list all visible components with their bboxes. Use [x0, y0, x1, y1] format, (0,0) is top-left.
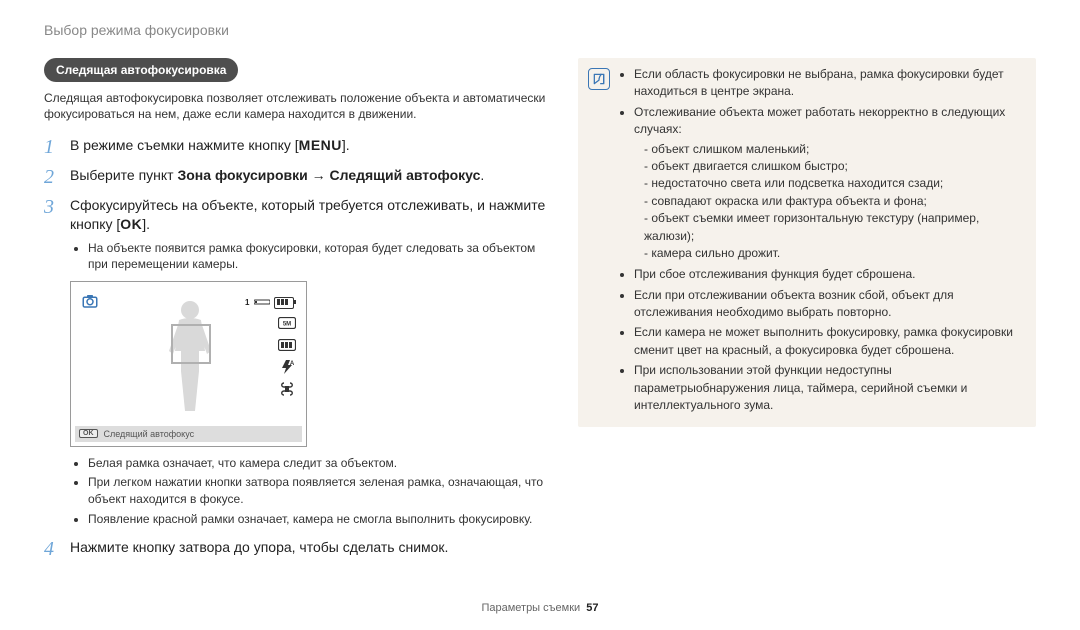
bold-zone: Зона фокусировки	[177, 167, 307, 183]
note-item: При сбое отслеживания функция будет сбро…	[634, 266, 1022, 283]
zoom-scale-icon	[254, 294, 270, 312]
steps-list-cont: 4 Нажмите кнопку затвора до упора, чтобы…	[44, 538, 554, 560]
page-footer: Параметры съемки 57	[0, 602, 1080, 614]
frame-note-white: Белая рамка означает, что камера следит …	[88, 455, 554, 472]
stabilizer-icon	[278, 382, 296, 396]
section-pill: Следящая автофокусировка	[44, 58, 238, 82]
step-2: 2 Выберите пункт Зона фокусировки → След…	[44, 166, 554, 188]
note-box: Если область фокусировки не выбрана, рам…	[578, 58, 1036, 427]
intro-paragraph: Следящая автофокусировка позволяет отсле…	[44, 90, 554, 122]
frame-notes: Белая рамка означает, что камера следит …	[70, 455, 554, 528]
note-subitem: объект съемки имеет горизонтальную текст…	[644, 210, 1022, 245]
note-item-text: Отслеживание объекта может работать неко…	[634, 105, 1005, 136]
svg-text:5M: 5M	[283, 321, 291, 327]
ok-key: OK	[120, 215, 142, 234]
note-sublist: объект слишком маленький; объект двигает…	[634, 141, 1022, 263]
step-text: Нажмите кнопку затвора до упора, чтобы с…	[70, 538, 448, 557]
footer-label: Параметры съемки	[481, 602, 580, 614]
note-item: Если камера не может выполнить фокусиров…	[634, 324, 1022, 359]
note-subitem: объект двигается слишком быстро;	[644, 158, 1022, 175]
ok-button-label: OK	[79, 429, 98, 438]
battery-icon	[274, 297, 294, 309]
note-subitem: совпадают окраска или фактура объекта и …	[644, 193, 1022, 210]
preview-bottom-bar: OK Следящий автофокус	[75, 426, 302, 442]
page-number: 57	[586, 602, 598, 614]
page: Выбор режима фокусировки Следящая автофо…	[0, 0, 1080, 630]
camera-mode-icon	[81, 292, 99, 310]
step3-line: Сфокусируйтесь на объекте, который требу…	[70, 197, 545, 232]
step-text-pre: В режиме съемки нажмите кнопку [	[70, 137, 299, 153]
camera-preview: 1 5M A	[70, 281, 307, 447]
menu-key: MENU	[299, 136, 342, 155]
step-1: 1 В режиме съемки нажмите кнопку [MENU].	[44, 136, 554, 158]
step3-sub: На объекте появится рамка фокусировки, к…	[70, 240, 554, 272]
frame-note-green: При легком нажатии кнопки затвора появля…	[88, 474, 554, 508]
step-number: 3	[44, 196, 60, 218]
step-text-post: ].	[342, 137, 350, 153]
step-text-post: .	[480, 167, 484, 183]
note-item: При использовании этой функции недоступн…	[634, 362, 1022, 414]
left-column: Следящая автофокусировка Следящая автофо…	[44, 58, 554, 568]
focus-frame	[171, 324, 211, 364]
preview-top-right: 1	[245, 294, 294, 312]
two-columns: Следящая автофокусировка Следящая автофо…	[44, 58, 1036, 568]
step-number: 1	[44, 136, 60, 158]
note-subitem: камера сильно дрожит.	[644, 245, 1022, 262]
info-icon	[588, 68, 610, 90]
preview-mode-label: Следящий автофокус	[104, 429, 195, 439]
bold-tracking: Следящий автофокус	[330, 167, 481, 183]
resolution-icon: 5M	[278, 316, 296, 330]
step-number: 4	[44, 538, 60, 560]
preview-inner: 1 5M A	[75, 286, 302, 422]
note-item: Отслеживание объекта может работать неко…	[634, 104, 1022, 263]
step-text-pre: Выберите пункт	[70, 167, 177, 183]
arrow-sep: →	[308, 167, 330, 183]
note-item: Если при отслеживании объекта возник сбо…	[634, 287, 1022, 322]
step-text-post: ].	[142, 216, 150, 232]
step-text: Сфокусируйтесь на объекте, который требу…	[70, 196, 554, 272]
page-title: Выбор режима фокусировки	[44, 22, 1036, 38]
zoom-ratio: 1	[245, 298, 250, 307]
note-subitem: объект слишком маленький;	[644, 141, 1022, 158]
svg-text:A: A	[290, 361, 294, 367]
preview-side-icons: 5M A	[278, 316, 296, 396]
steps-list: 1 В режиме съемки нажмите кнопку [MENU].…	[44, 136, 554, 272]
right-column: Если область фокусировки не выбрана, рам…	[578, 58, 1036, 568]
note-subitem: недостаточно света или подсветка находит…	[644, 175, 1022, 192]
flash-auto-icon: A	[278, 360, 296, 374]
step3-sub1: На объекте появится рамка фокусировки, к…	[88, 240, 554, 272]
frame-note-red: Появление красной рамки означает, камера…	[88, 511, 554, 528]
step-text: В режиме съемки нажмите кнопку [MENU].	[70, 136, 350, 155]
quality-icon	[278, 338, 296, 352]
step-3: 3 Сфокусируйтесь на объекте, который тре…	[44, 196, 554, 272]
step-number: 2	[44, 166, 60, 188]
step-text: Выберите пункт Зона фокусировки → Следящ…	[70, 166, 484, 185]
note-item: Если область фокусировки не выбрана, рам…	[634, 66, 1022, 101]
step-4: 4 Нажмите кнопку затвора до упора, чтобы…	[44, 538, 554, 560]
